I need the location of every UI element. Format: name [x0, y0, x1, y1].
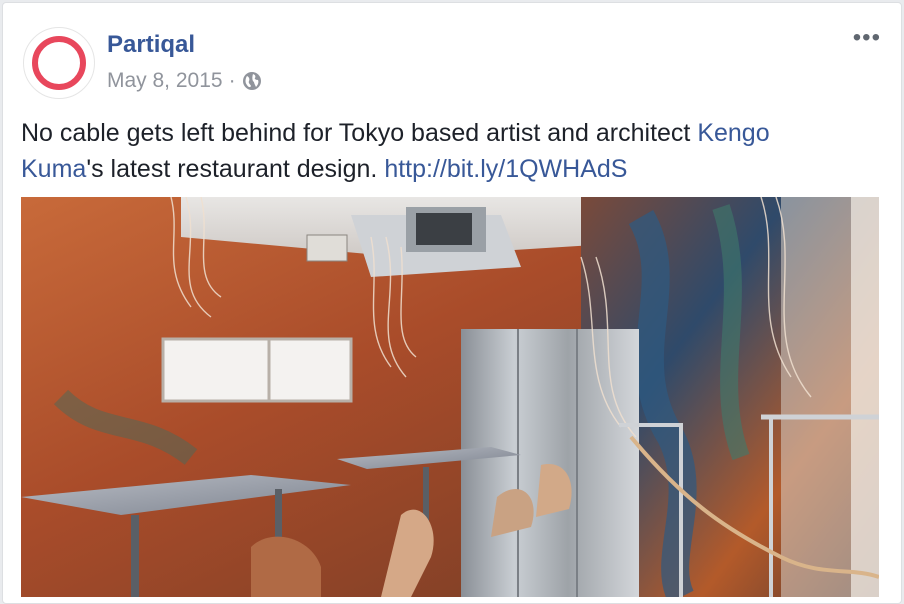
meta-separator: ·	[228, 69, 236, 92]
post-photo[interactable]	[21, 197, 879, 597]
post-caption: No cable gets left behind for Tokyo base…	[21, 115, 841, 187]
feed-post: Partiqal May 8, 2015 · ••• No cable gets…	[2, 2, 902, 604]
ring-logo-icon	[32, 36, 86, 90]
caption-text-2: 's latest restaurant design.	[86, 155, 385, 183]
page-name-link[interactable]: Partiqal	[107, 31, 195, 59]
external-link[interactable]: http://bit.ly/1QWHAdS	[384, 155, 627, 183]
post-date[interactable]: May 8, 2015	[107, 69, 223, 93]
page-avatar[interactable]	[23, 27, 95, 99]
globe-icon[interactable]	[242, 71, 262, 91]
caption-text: No cable gets left behind for Tokyo base…	[21, 119, 698, 147]
post-meta: May 8, 2015 ·	[107, 69, 262, 93]
more-options-icon[interactable]: •••	[853, 26, 881, 50]
